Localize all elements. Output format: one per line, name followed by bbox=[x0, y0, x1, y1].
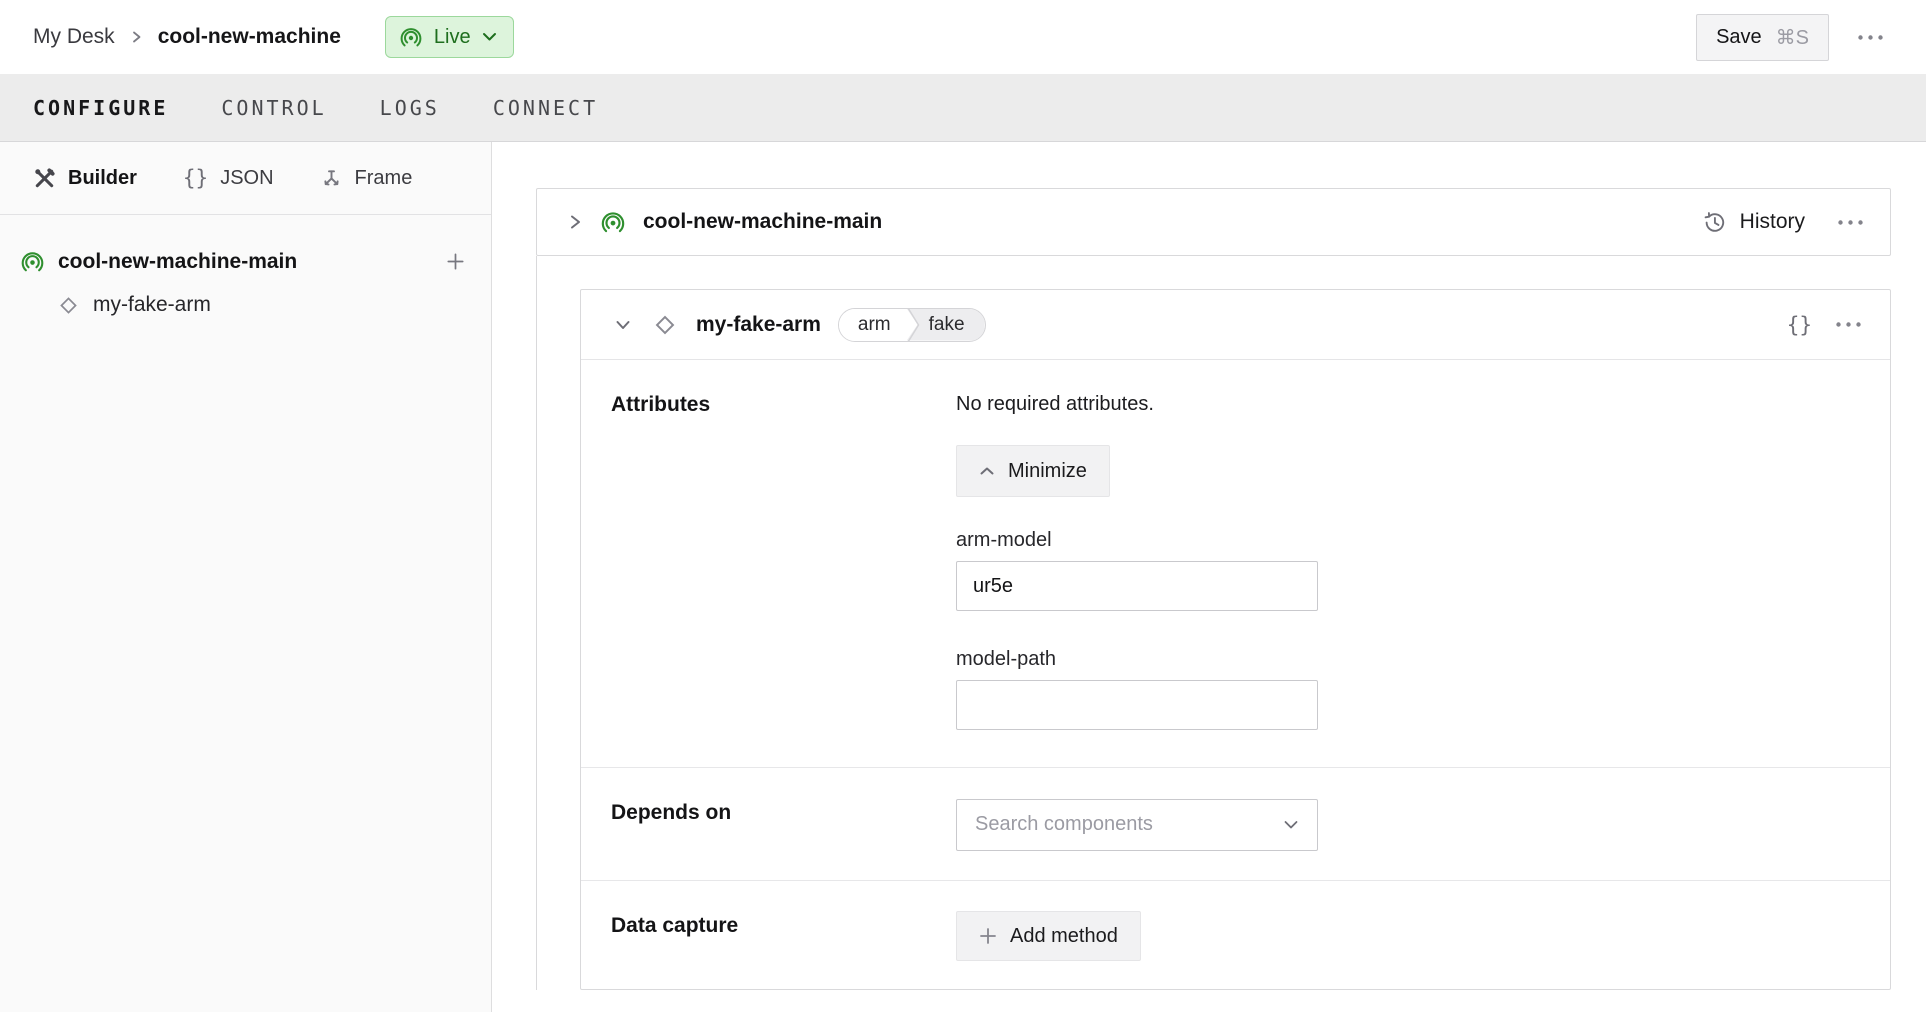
machine-card-menu-icon[interactable] bbox=[1831, 213, 1870, 232]
machine-status-label: Live bbox=[434, 26, 471, 49]
tree-connector-line bbox=[536, 256, 537, 990]
view-tab-label: Frame bbox=[355, 167, 413, 190]
view-tab-json[interactable]: {} JSON bbox=[183, 166, 274, 190]
data-capture-section: Data capture Add method bbox=[581, 881, 1890, 989]
field-label-arm-model: arm-model bbox=[956, 529, 1890, 552]
breadcrumb-current: cool-new-machine bbox=[158, 25, 341, 49]
tree-item-label: my-fake-arm bbox=[93, 293, 211, 317]
component-tree: cool-new-machine-main my-fake-arm bbox=[0, 215, 491, 317]
tree-item-component[interactable]: my-fake-arm bbox=[20, 293, 467, 317]
save-button-label: Save bbox=[1716, 26, 1762, 49]
tab-configure[interactable]: CONFIGURE bbox=[33, 96, 168, 120]
component-card-menu-icon[interactable] bbox=[1829, 315, 1868, 334]
topbar-overflow-menu-icon[interactable] bbox=[1851, 28, 1890, 47]
tab-connect[interactable]: CONNECT bbox=[493, 96, 598, 120]
plus-icon bbox=[979, 927, 997, 945]
sidebar: Builder {} JSON Frame bbox=[0, 142, 492, 1012]
chevron-up-icon bbox=[979, 466, 995, 476]
view-tab-builder[interactable]: Builder bbox=[33, 167, 137, 190]
attributes-heading: Attributes bbox=[581, 360, 956, 767]
braces-icon: {} bbox=[183, 166, 208, 190]
breadcrumb-chevron-icon bbox=[130, 30, 143, 44]
diamond-icon bbox=[652, 312, 678, 338]
tools-icon bbox=[33, 167, 56, 190]
depends-on-content: Search components bbox=[956, 768, 1890, 881]
depends-on-section: Depends on Search components bbox=[581, 768, 1890, 882]
tree-item-machine[interactable]: cool-new-machine-main bbox=[20, 249, 467, 274]
no-required-attributes-note: No required attributes. bbox=[956, 393, 1890, 416]
data-capture-content: Add method bbox=[956, 881, 1890, 989]
add-method-button[interactable]: Add method bbox=[956, 911, 1141, 961]
content-area: Builder {} JSON Frame bbox=[0, 142, 1926, 1012]
model-path-input[interactable] bbox=[956, 680, 1318, 730]
view-tab-label: JSON bbox=[220, 167, 273, 190]
history-label: History bbox=[1740, 210, 1805, 234]
broadcast-icon bbox=[399, 25, 423, 49]
save-button[interactable]: Save ⌘S bbox=[1696, 14, 1829, 61]
machine-card: cool-new-machine-main History bbox=[536, 188, 1891, 256]
attributes-content: No required attributes. Minimize arm-mod… bbox=[956, 360, 1890, 767]
save-shortcut: ⌘S bbox=[1776, 25, 1809, 50]
frame-axes-icon bbox=[320, 167, 343, 190]
broadcast-icon bbox=[20, 249, 45, 274]
nav-tab-bar: CONFIGURE CONTROL LOGS CONNECT bbox=[0, 74, 1926, 142]
machine-card-title: cool-new-machine-main bbox=[643, 210, 882, 234]
edit-json-icon[interactable]: {} bbox=[1787, 313, 1812, 337]
view-tab-frame[interactable]: Frame bbox=[320, 167, 413, 190]
expand-chevron-icon[interactable] bbox=[567, 213, 583, 231]
minimize-label: Minimize bbox=[1008, 460, 1087, 483]
data-capture-heading: Data capture bbox=[581, 881, 956, 989]
add-method-label: Add method bbox=[1010, 925, 1118, 948]
component-type-badge: arm fake bbox=[838, 308, 986, 342]
depends-on-select[interactable]: Search components bbox=[956, 799, 1318, 851]
add-component-icon[interactable] bbox=[444, 250, 467, 273]
badge-divider-icon bbox=[907, 308, 920, 342]
depends-on-placeholder: Search components bbox=[975, 813, 1283, 836]
chevron-down-icon bbox=[482, 32, 497, 42]
breadcrumb-parent-link[interactable]: My Desk bbox=[33, 25, 115, 49]
minimize-button[interactable]: Minimize bbox=[956, 445, 1110, 497]
chevron-down-icon bbox=[1283, 820, 1299, 830]
component-card-header: my-fake-arm arm fake {} bbox=[581, 290, 1890, 360]
collapse-chevron-icon[interactable] bbox=[614, 317, 632, 333]
tree-item-label: cool-new-machine-main bbox=[58, 250, 431, 274]
badge-type-label: arm bbox=[839, 309, 907, 341]
depends-on-heading: Depends on bbox=[581, 768, 956, 881]
view-tab-label: Builder bbox=[68, 167, 137, 190]
arm-model-input[interactable] bbox=[956, 561, 1318, 611]
attributes-section: Attributes No required attributes. Minim… bbox=[581, 360, 1890, 768]
breadcrumb: My Desk cool-new-machine bbox=[33, 25, 341, 49]
history-button[interactable]: History bbox=[1701, 209, 1805, 236]
top-bar: My Desk cool-new-machine Live Save ⌘S bbox=[0, 0, 1926, 74]
broadcast-icon bbox=[600, 209, 626, 235]
component-card: my-fake-arm arm fake {} bbox=[580, 289, 1891, 990]
app-window: My Desk cool-new-machine Live Save ⌘S bbox=[0, 0, 1926, 1012]
field-label-model-path: model-path bbox=[956, 648, 1890, 671]
config-panel: cool-new-machine-main History bbox=[492, 142, 1926, 1012]
history-clock-icon bbox=[1701, 209, 1728, 236]
tab-control[interactable]: CONTROL bbox=[221, 96, 326, 120]
component-card-title: my-fake-arm bbox=[696, 313, 821, 337]
tab-logs[interactable]: LOGS bbox=[380, 96, 440, 120]
sidebar-view-switcher: Builder {} JSON Frame bbox=[0, 142, 491, 215]
machine-status-dropdown[interactable]: Live bbox=[385, 16, 514, 58]
diamond-icon bbox=[57, 294, 80, 317]
